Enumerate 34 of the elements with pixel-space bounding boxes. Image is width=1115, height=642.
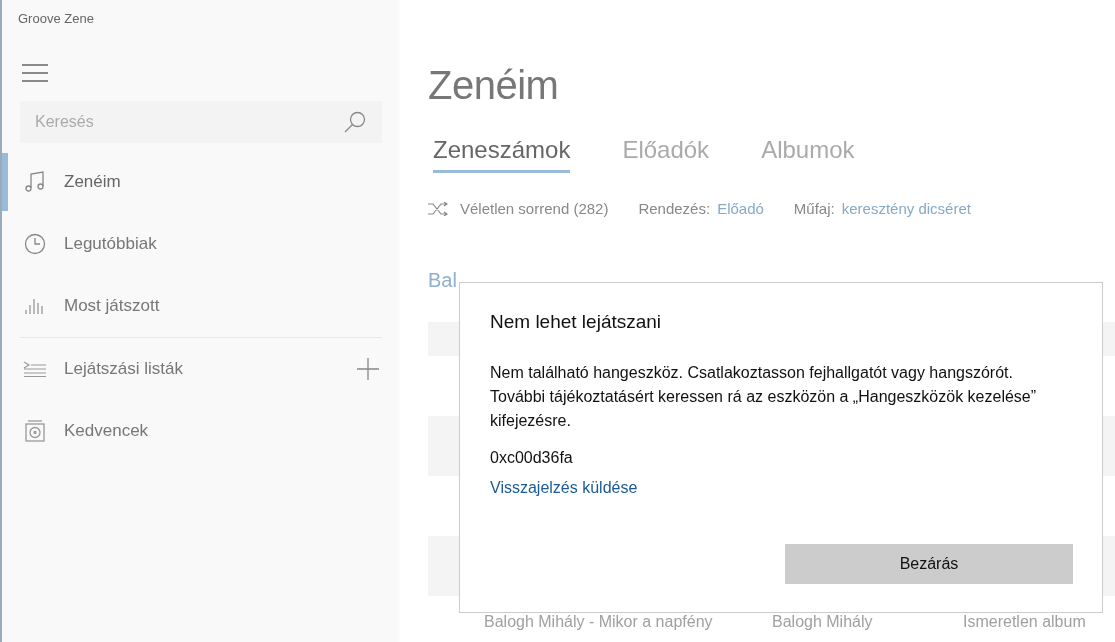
nav-item[interactable]: Legutóbbiak xyxy=(2,213,397,275)
genre-label: Műfaj: xyxy=(793,200,835,217)
nav-item[interactable]: Lejátszási listák xyxy=(2,338,397,400)
page-title: Zenéim xyxy=(428,62,559,109)
music-note-icon xyxy=(25,171,45,193)
error-code: 0xc00d36fa xyxy=(490,449,573,467)
disc-box-icon xyxy=(25,420,45,442)
tab[interactable]: Előadók xyxy=(622,136,710,173)
nav-item[interactable]: Most játszott xyxy=(2,275,397,337)
dialog-message: Nem található hangeszköz. Csatlakoztasson fejhallgatót vagy hangszórót. További tájékoztatásért keressen rá az eszközön a „Hangeszközök kezelése” kifejezésre. xyxy=(490,363,1038,431)
sort-label: Rendezés: xyxy=(638,200,711,217)
equalizer-bars-icon xyxy=(25,298,45,314)
tab[interactable]: Zeneszámok xyxy=(433,136,571,173)
genre-dropdown[interactable]: keresztény dicséret xyxy=(841,200,971,217)
menu-icon[interactable] xyxy=(22,64,48,82)
song-title: Balogh Mihály - Mikor a napfény xyxy=(484,613,714,631)
song-artist: Balogh Mihály xyxy=(772,613,874,631)
dialog-title: Nem lehet lejátszani xyxy=(490,311,662,333)
clock-icon xyxy=(24,233,46,255)
nav-item[interactable]: Zenéim xyxy=(2,151,397,213)
sort-dropdown[interactable]: Előadó xyxy=(717,200,764,217)
list-icon xyxy=(23,361,47,377)
nav-item[interactable]: Kedvencek xyxy=(2,400,397,462)
close-button[interactable]: Bezárás xyxy=(785,544,1073,584)
feedback-link[interactable]: Visszajelzés küldése xyxy=(490,479,638,497)
search-icon[interactable] xyxy=(344,111,366,133)
app-title: Groove Zene xyxy=(17,10,94,28)
add-icon[interactable] xyxy=(357,358,379,380)
search-field[interactable]: Keresés xyxy=(20,101,382,143)
tab[interactable]: Albumok xyxy=(761,136,855,173)
shuffle-button[interactable]: Véletlen sorrend (282) xyxy=(460,200,609,217)
shuffle-icon[interactable] xyxy=(428,201,448,216)
group-header: Bal xyxy=(428,269,457,292)
song-album: Ismeretlen album xyxy=(963,613,1086,631)
